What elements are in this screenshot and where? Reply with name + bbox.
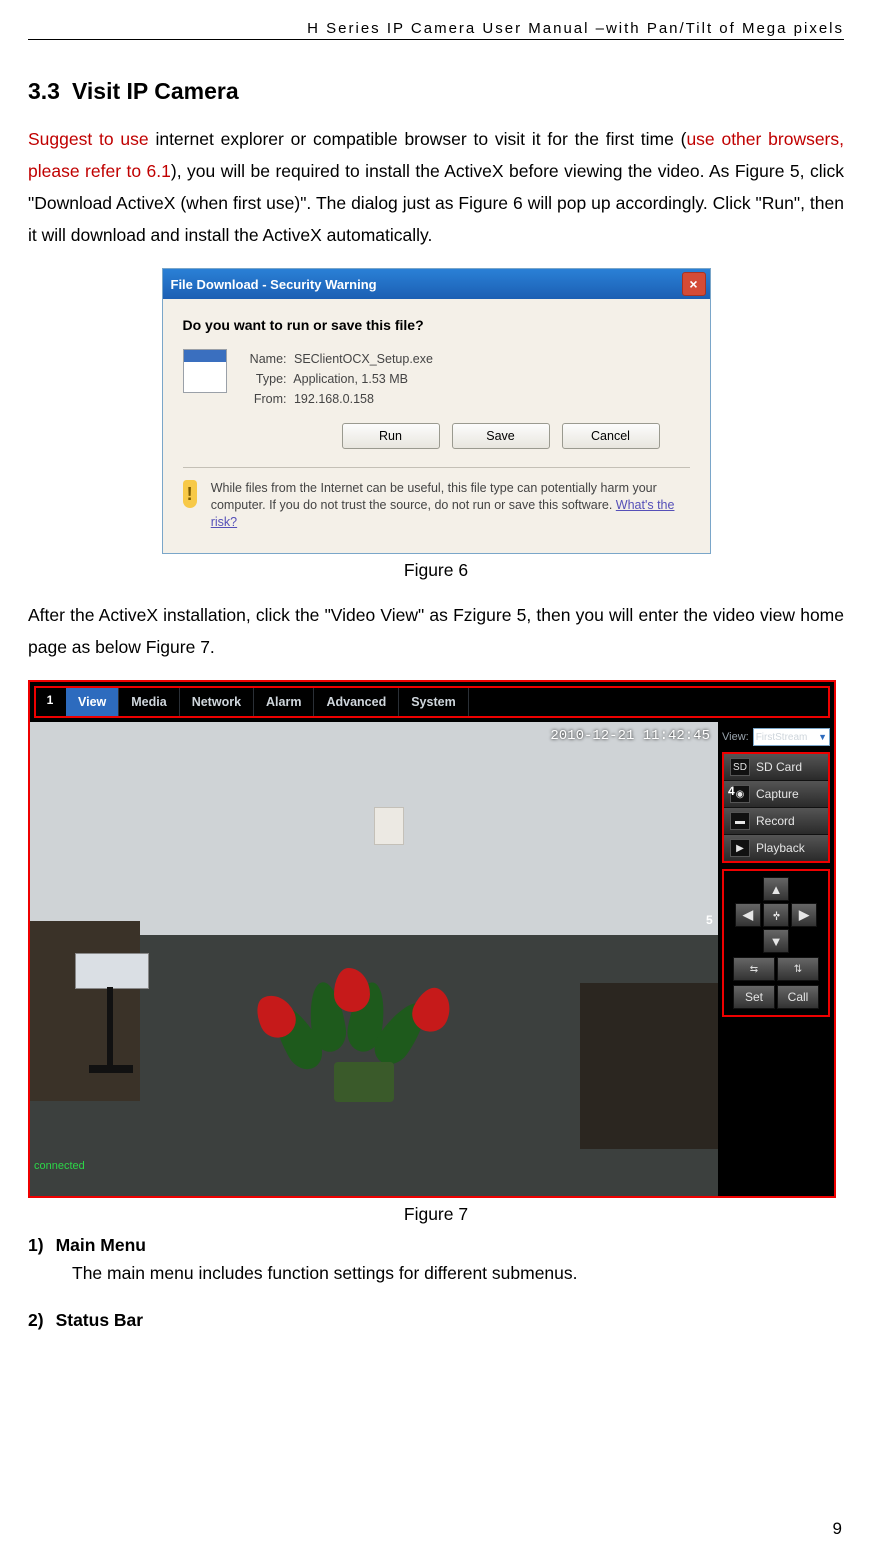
side-panel: View: FirstStream ▼ 3 4 SDSD Card ◉Captu… bbox=[718, 722, 834, 1196]
preset-call-button[interactable]: Call bbox=[777, 985, 819, 1009]
figure7-caption: Figure 7 bbox=[28, 1204, 844, 1225]
menu-system[interactable]: System bbox=[399, 688, 468, 716]
li2-title: Status Bar bbox=[56, 1310, 144, 1330]
type-value: Application, 1.53 MB bbox=[293, 372, 408, 386]
annotation-5: 5 bbox=[706, 913, 713, 927]
section-number: 3.3 bbox=[28, 78, 60, 104]
annotation-4: 4 bbox=[728, 784, 735, 798]
dialog-question: Do you want to run or save this file? bbox=[183, 317, 690, 333]
sdcard-button[interactable]: SDSD Card bbox=[724, 754, 828, 781]
record-icon: ▬ bbox=[730, 812, 750, 830]
stream-selected: FirstStream bbox=[756, 732, 808, 743]
stream-select[interactable]: FirstStream ▼ bbox=[753, 728, 830, 746]
section-title-text: Visit IP Camera bbox=[72, 78, 239, 104]
annotation-1: 1 bbox=[40, 690, 60, 710]
capture-button[interactable]: ◉Capture bbox=[724, 781, 828, 808]
annotation-3: 3 bbox=[841, 726, 848, 740]
figure6-caption: Figure 6 bbox=[28, 560, 844, 581]
list-item-2: 2) Status Bar bbox=[28, 1310, 844, 1331]
chevron-down-icon: ▼ bbox=[818, 732, 827, 742]
li2-number: 2) bbox=[28, 1310, 44, 1330]
warning-text: While files from the Internet can be use… bbox=[211, 480, 690, 531]
ptz-left-button[interactable]: ◀ bbox=[735, 903, 761, 927]
action-buttons: 4 SDSD Card ◉Capture ▬Record ▶Playback bbox=[722, 752, 830, 863]
hpatrol-button[interactable]: ⇆ bbox=[733, 957, 775, 981]
video-view: 2010-12-21 11:42:45 connected 2 − ⊕ ✕ ▭ bbox=[30, 722, 718, 1196]
timestamp-overlay: 2010-12-21 11:42:45 bbox=[550, 728, 710, 744]
dialog-title: File Download - Security Warning bbox=[171, 277, 377, 292]
from-value: 192.168.0.158 bbox=[294, 392, 374, 406]
from-label: From: bbox=[245, 389, 287, 409]
playback-button[interactable]: ▶Playback bbox=[724, 835, 828, 861]
file-icon bbox=[183, 349, 227, 393]
name-value: SEClientOCX_Setup.exe bbox=[294, 352, 433, 366]
p1-red1: Suggest to use bbox=[28, 129, 149, 149]
shield-icon: ! bbox=[183, 480, 197, 508]
cancel-button[interactable]: Cancel bbox=[562, 423, 660, 449]
figure6-container: File Download - Security Warning × Do yo… bbox=[28, 268, 844, 554]
close-icon[interactable]: × bbox=[682, 272, 706, 296]
run-button[interactable]: Run bbox=[342, 423, 440, 449]
type-label: Type: bbox=[245, 369, 287, 389]
p1-seg2: internet explorer or compatible browser … bbox=[149, 129, 687, 149]
li1-number: 1) bbox=[28, 1235, 44, 1255]
list-item-1: 1) Main Menu The main menu includes funct… bbox=[28, 1235, 844, 1288]
section-heading: 3.3 Visit IP Camera bbox=[28, 78, 844, 105]
name-label: Name: bbox=[245, 349, 287, 369]
page-number: 9 bbox=[833, 1519, 842, 1539]
play-icon: ▶ bbox=[730, 839, 750, 857]
status-connected: connected bbox=[34, 1160, 85, 1172]
ptz-blank bbox=[735, 929, 761, 953]
file-info: Name: SEClientOCX_Setup.exe Type: Applic… bbox=[245, 349, 433, 409]
ptz-down-button[interactable]: ▼ bbox=[763, 929, 789, 953]
li1-title: Main Menu bbox=[56, 1235, 146, 1255]
figure7-container: 1 View Media Network Alarm Advanced Syst… bbox=[28, 680, 844, 1198]
view-label: View: bbox=[722, 731, 749, 743]
save-button[interactable]: Save bbox=[452, 423, 550, 449]
page-header: H Series IP Camera User Manual –with Pan… bbox=[28, 20, 844, 40]
menu-network[interactable]: Network bbox=[180, 688, 254, 716]
paragraph-2: After the ActiveX installation, click th… bbox=[28, 599, 844, 663]
paragraph-1: Suggest to use internet explorer or comp… bbox=[28, 123, 844, 251]
sdcard-icon: SD bbox=[730, 758, 750, 776]
preset-set-button[interactable]: Set bbox=[733, 985, 775, 1009]
ptz-blank bbox=[735, 877, 761, 901]
menu-media[interactable]: Media bbox=[119, 688, 179, 716]
menu-view[interactable]: View bbox=[66, 688, 119, 716]
menu-advanced[interactable]: Advanced bbox=[314, 688, 399, 716]
vpatrol-button[interactable]: ⇅ bbox=[777, 957, 819, 981]
record-button[interactable]: ▬Record bbox=[724, 808, 828, 835]
ptz-blank bbox=[791, 929, 817, 953]
menu-alarm[interactable]: Alarm bbox=[254, 688, 314, 716]
stream-select-row: View: FirstStream ▼ 3 bbox=[722, 728, 830, 746]
dialog-titlebar: File Download - Security Warning × bbox=[163, 269, 710, 299]
ptz-home-button[interactable]: •¦• bbox=[763, 903, 789, 927]
li1-text: The main menu includes function settings… bbox=[72, 1258, 844, 1288]
ptz-controls: 5 ▲ ◀ •¦• ▶ ▼ ⇆ bbox=[722, 869, 830, 1017]
ptz-up-button[interactable]: ▲ bbox=[763, 877, 789, 901]
divider bbox=[183, 467, 690, 468]
main-menu-bar: 1 View Media Network Alarm Advanced Syst… bbox=[34, 686, 830, 718]
ptz-right-button[interactable]: ▶ bbox=[791, 903, 817, 927]
camera-ui: 1 View Media Network Alarm Advanced Syst… bbox=[28, 680, 836, 1198]
ptz-blank bbox=[791, 877, 817, 901]
file-download-dialog: File Download - Security Warning × Do yo… bbox=[162, 268, 711, 554]
